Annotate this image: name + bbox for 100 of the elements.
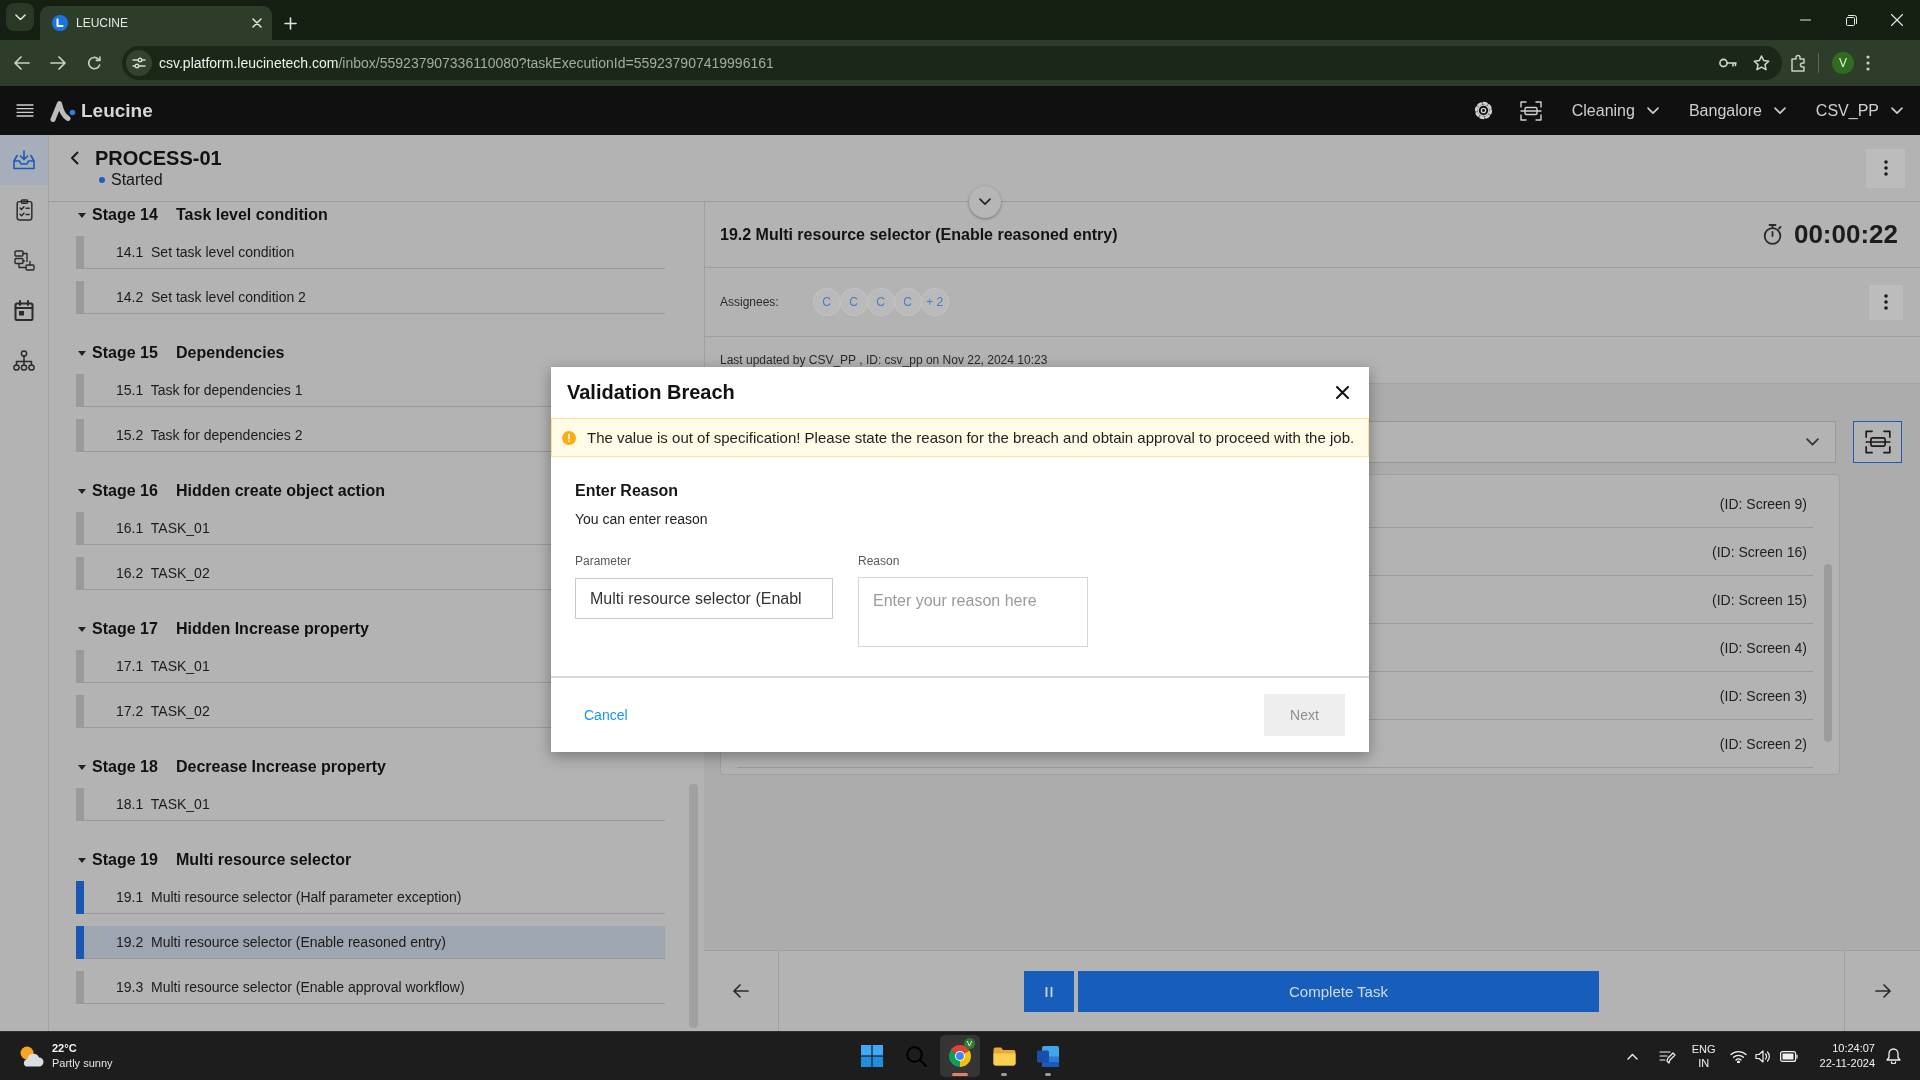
new-tab-icon[interactable] bbox=[284, 17, 297, 30]
clock-date[interactable]: 22-11-2024 bbox=[1819, 1056, 1875, 1071]
process-status: Started bbox=[111, 170, 163, 190]
clock-time[interactable]: 10:24:07 bbox=[1832, 1041, 1875, 1056]
profile-avatar[interactable]: V bbox=[1832, 52, 1854, 74]
menu-icon[interactable] bbox=[16, 104, 34, 117]
stage-number: Stage 15 bbox=[92, 344, 159, 362]
caret-down-icon[interactable] bbox=[78, 626, 86, 632]
flow-diagram-icon bbox=[13, 249, 35, 271]
folder-icon[interactable] bbox=[992, 1046, 1016, 1066]
scan-icon[interactable] bbox=[1519, 100, 1542, 121]
resource-id[interactable]: (ID: Screen 9) bbox=[1719, 495, 1807, 512]
temperature: 22°C bbox=[52, 1041, 78, 1056]
caret-down-icon[interactable] bbox=[78, 488, 86, 494]
resource-id[interactable]: (ID: Screen 16) bbox=[1712, 543, 1807, 560]
field-label: Reason bbox=[858, 553, 901, 569]
task-item[interactable]: 19.3 Multi resource selector (Enable approval workflow) bbox=[84, 971, 665, 1004]
caret-down-icon[interactable] bbox=[78, 212, 86, 218]
complete-task-button[interactable]: Complete Task bbox=[1078, 971, 1599, 1012]
caret-down-icon[interactable] bbox=[78, 350, 86, 356]
more-button[interactable] bbox=[1866, 148, 1905, 188]
reload-icon[interactable] bbox=[86, 55, 102, 71]
caret-up-icon[interactable] bbox=[1626, 1052, 1638, 1060]
favicon-icon bbox=[52, 15, 68, 31]
task-title: 19.2 Multi resource selector (Enable reasoned entry) bbox=[720, 225, 1119, 244]
task-item[interactable]: 14.1 Set task level condition bbox=[84, 236, 665, 269]
pen-keyboard-icon[interactable] bbox=[1658, 1048, 1676, 1064]
resource-id[interactable]: (ID: Screen 15) bbox=[1712, 591, 1807, 608]
context-dropdown[interactable]: CSV_PP bbox=[1815, 101, 1903, 120]
profile-badge: V bbox=[964, 1038, 975, 1049]
scan-icon bbox=[1864, 430, 1891, 454]
speaker-icon[interactable] bbox=[1754, 1049, 1770, 1063]
caret-down-icon[interactable] bbox=[78, 857, 86, 863]
chrome-logo-icon[interactable] bbox=[949, 1045, 971, 1067]
task-item[interactable]: 18.1 TASK_01 bbox=[84, 788, 665, 821]
context-dropdown[interactable]: Bangalore bbox=[1688, 101, 1786, 120]
stage-title: Decrease Increase property bbox=[176, 758, 386, 776]
back-arrow-icon[interactable] bbox=[14, 56, 30, 70]
key-icon[interactable] bbox=[1719, 58, 1737, 68]
chevron-down-icon bbox=[978, 198, 991, 206]
taskbar-app[interactable]: V bbox=[940, 1035, 980, 1077]
address-bar[interactable]: csv.platform.leucinetech.com/inbox/559237907336110080?taskExecutionId=559237907419996161 bbox=[122, 46, 1782, 80]
task-timer: 00:00:22 bbox=[1793, 219, 1898, 250]
stage-title: Hidden create object action bbox=[176, 482, 385, 500]
calendar-icon bbox=[14, 299, 34, 321]
stage-title: Multi resource selector bbox=[176, 851, 352, 869]
back-icon[interactable] bbox=[70, 151, 79, 165]
settings-icon[interactable] bbox=[1473, 101, 1493, 120]
more-icon[interactable] bbox=[1866, 55, 1870, 71]
tab-list-button[interactable] bbox=[6, 3, 34, 31]
minimize-icon[interactable] bbox=[1799, 19, 1811, 21]
stage-title: Task level condition bbox=[176, 206, 328, 224]
running-indicator-icon bbox=[1001, 1073, 1007, 1076]
stage-number: Stage 14 bbox=[92, 206, 159, 224]
region-indicator[interactable]: IN bbox=[1698, 1056, 1710, 1070]
task-item[interactable]: 19.1 Multi resource selector (Half parameter exception) bbox=[84, 881, 665, 914]
more-icon bbox=[1884, 294, 1888, 310]
caret-down-icon[interactable] bbox=[78, 764, 86, 770]
close-icon[interactable] bbox=[1336, 386, 1349, 399]
stage-title: Dependencies bbox=[176, 344, 285, 362]
weather-text: Partly sunny bbox=[52, 1056, 113, 1071]
language-indicator[interactable]: ENG bbox=[1691, 1042, 1716, 1056]
reason-field[interactable]: Enter your reason here bbox=[858, 577, 1088, 647]
running-indicator-icon bbox=[1045, 1073, 1051, 1076]
status-dot-icon bbox=[99, 177, 105, 183]
more-button[interactable] bbox=[1869, 284, 1903, 320]
running-indicator-icon bbox=[952, 1073, 968, 1076]
assignees-label: Assignees: bbox=[720, 295, 779, 309]
restore-icon[interactable] bbox=[1845, 14, 1857, 26]
document-app-icon[interactable] bbox=[1037, 1045, 1059, 1067]
resource-id[interactable]: (ID: Screen 3) bbox=[1719, 687, 1807, 704]
logo-icon bbox=[50, 99, 76, 122]
stage-number: Stage 16 bbox=[92, 482, 159, 500]
forward-arrow-icon[interactable] bbox=[50, 56, 66, 70]
collapse-button[interactable] bbox=[968, 186, 1001, 218]
wifi-icon[interactable] bbox=[1729, 1049, 1747, 1063]
parameter-field[interactable]: Multi resource selector (Enabl bbox=[575, 578, 833, 619]
star-icon[interactable] bbox=[1753, 55, 1770, 71]
url-text: csv.platform.leucinetech.com/inbox/559237907336110080?taskExecutionId=559237907419996161 bbox=[159, 55, 775, 71]
stage-number: Stage 18 bbox=[92, 758, 159, 776]
chevron-down-icon bbox=[1891, 106, 1903, 115]
inbox-icon bbox=[13, 150, 35, 170]
sliders-icon bbox=[132, 57, 146, 69]
resource-id[interactable]: (ID: Screen 4) bbox=[1719, 639, 1807, 656]
arrow-left-icon bbox=[733, 984, 749, 998]
browser-tab[interactable]: LEUCINE bbox=[40, 6, 272, 40]
site-settings-button[interactable] bbox=[126, 50, 152, 76]
extensions-icon[interactable] bbox=[1790, 54, 1808, 72]
task-item[interactable]: 14.2 Set task level condition 2 bbox=[84, 281, 665, 314]
stopwatch-icon bbox=[1762, 224, 1782, 245]
windows-logo-icon[interactable] bbox=[861, 1045, 883, 1067]
chevron-down-icon bbox=[1806, 438, 1819, 446]
stage-number: Stage 17 bbox=[92, 620, 159, 638]
task-item[interactable]: 19.2 Multi resource selector (Enable reasoned entry) bbox=[84, 926, 665, 959]
notification-bell-icon[interactable] bbox=[1886, 1048, 1901, 1064]
clipboard-icon bbox=[14, 199, 34, 221]
scan-button[interactable] bbox=[1853, 421, 1902, 463]
battery-icon[interactable] bbox=[1779, 1050, 1798, 1062]
context-dropdown[interactable]: Cleaning bbox=[1571, 101, 1659, 120]
resource-id[interactable]: (ID: Screen 2) bbox=[1719, 735, 1807, 752]
